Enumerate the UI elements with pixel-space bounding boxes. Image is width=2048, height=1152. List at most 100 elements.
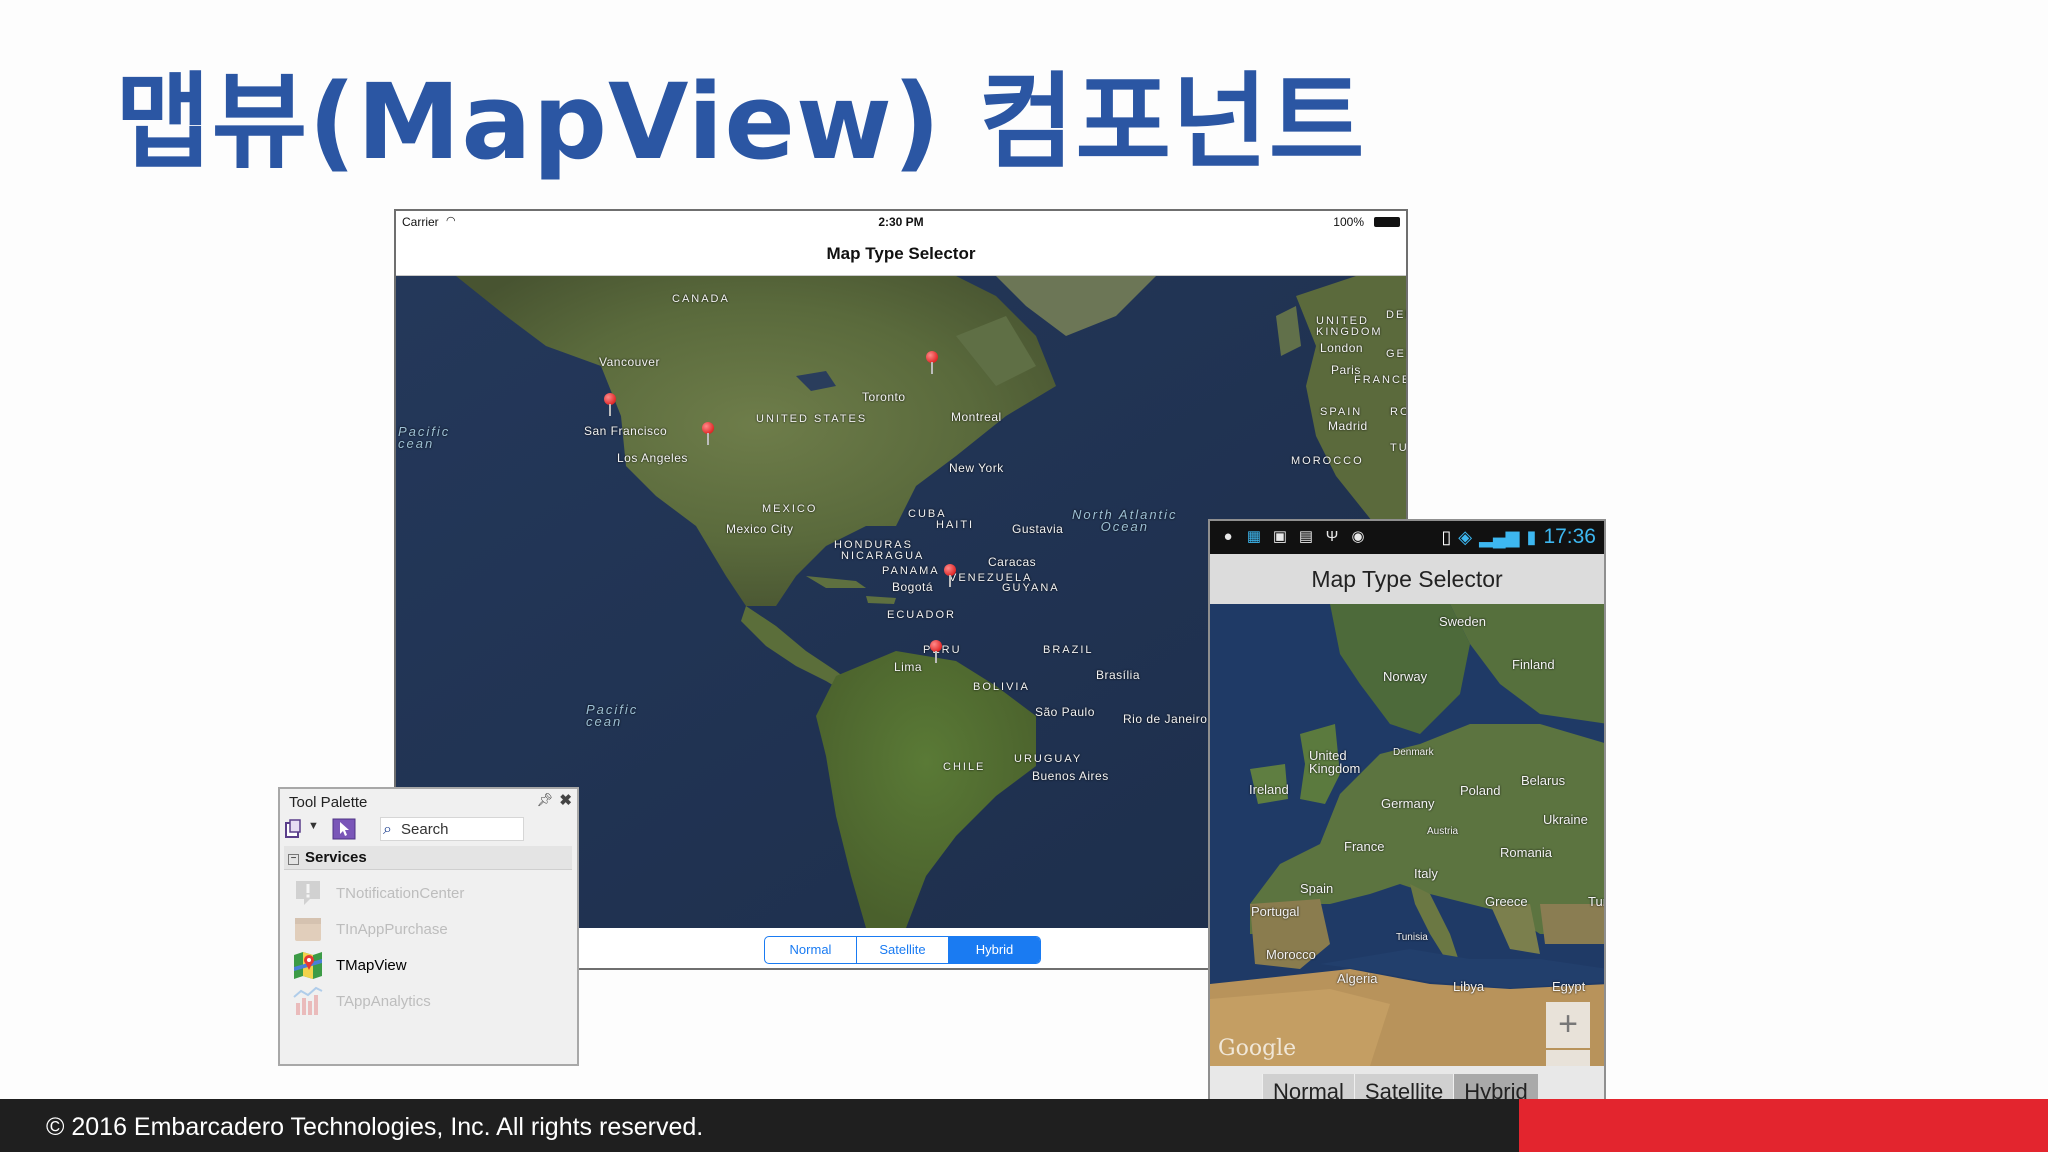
map-label-new-york: New York [949, 461, 1004, 475]
map-label-poland: Poland [1460, 783, 1501, 798]
map-label-egypt: Egypt [1552, 979, 1586, 994]
status-time: 2:30 PM [878, 215, 924, 229]
map-label-guyana: GUYANA [1002, 582, 1060, 594]
map-label-brazil: BRAZIL [1043, 644, 1094, 656]
map-label-london: London [1320, 341, 1364, 355]
zoom-controls: + − [1546, 1002, 1590, 1066]
android-debug-icon: ◉ [1351, 528, 1365, 545]
palette-item-inapppurchase[interactable]: TInAppPurchase [288, 909, 568, 949]
map-label-peru: PERU [923, 644, 962, 656]
map-label-finland: Finland [1512, 657, 1555, 672]
palette-item-appanalytics[interactable]: TAppAnalytics [288, 981, 568, 1021]
map-label-ukraine: Ukraine [1543, 812, 1588, 827]
palette-item-label: TAppAnalytics [336, 993, 431, 1010]
usb-icon: Ψ [1325, 528, 1339, 545]
segment-hybrid[interactable]: Hybrid [948, 937, 1040, 963]
map-pin-venezuela[interactable] [944, 564, 956, 587]
map-label-bolivia: BOLIVIA [973, 681, 1030, 693]
copyright-text: © 2016 Embarcadero Technologies, Inc. Al… [46, 1113, 704, 1141]
android-clock: 17:36 [1543, 525, 1596, 548]
map-label-italy: Italy [1414, 866, 1438, 881]
map-label-morocco: MOROCCO [1291, 455, 1364, 467]
palette-item-notificationcenter[interactable]: TNotificationCenter [288, 873, 568, 913]
map-label-spain: Spain [1300, 881, 1334, 896]
map-label-greece: Greece [1485, 894, 1528, 909]
map-label-tu: TU [1390, 442, 1406, 454]
map-label-los-angeles: Los Angeles [617, 451, 688, 465]
map-label-ger: GER [1386, 348, 1406, 360]
map-label-ireland: Ireland [1249, 782, 1289, 797]
slide-title: 맵뷰(MapView) 컴포넌트 [115, 61, 1366, 183]
map-label-panama: PANAMA [882, 565, 940, 577]
map-label-france: FRANCE [1354, 374, 1406, 386]
segment-normal[interactable]: Normal [765, 937, 856, 963]
map-label-pacific-top: Pacific cean [398, 424, 451, 451]
palette-item-label: TNotificationCenter [336, 885, 465, 902]
map-label-united-states: UNITED STATES [756, 413, 868, 425]
map-label-germany: Germany [1381, 796, 1435, 811]
notification-icon [296, 881, 320, 905]
category-services[interactable]: − Services [284, 846, 572, 870]
map-label-algeria: Algeria [1337, 971, 1378, 986]
map-pin-west-coast[interactable] [604, 393, 616, 416]
map-label-sweden: Sweden [1439, 614, 1486, 629]
android-title-bar: Map Type Selector [1210, 554, 1604, 604]
palette-search-input[interactable]: ⌕ Search [380, 817, 524, 841]
zoom-in-button[interactable]: + [1546, 1002, 1590, 1048]
map-label-madrid: Madrid [1328, 419, 1368, 433]
rotation-icon: ▯ [1441, 526, 1452, 547]
ios-nav-title: Map Type Selector [396, 233, 1406, 276]
segment-satellite[interactable]: Satellite [856, 937, 948, 963]
map-pin-peru[interactable] [930, 640, 942, 663]
map-label-toronto: Toronto [862, 390, 906, 404]
map-label-nicaragua: NICARAGUA [841, 550, 925, 562]
map-label-chile: CHILE [943, 761, 986, 773]
pin-icon[interactable]: 📌︎ [536, 792, 553, 808]
sd-card-icon: ▦ [1246, 528, 1262, 545]
map-label-lima: Lima [894, 660, 923, 674]
map-label-mexico: MEXICO [762, 503, 818, 515]
palette-item-mapview[interactable]: TMapView [288, 945, 568, 985]
map-label-gustavia: Gustavia [1012, 522, 1064, 536]
map-label-caracas: Caracas [988, 555, 1037, 569]
map-label-ro: RO [1390, 406, 1406, 418]
map-label-ecuador: ECUADOR [887, 609, 957, 621]
search-icon: ⌕ [383, 821, 392, 838]
battery-icon [1374, 217, 1400, 227]
ios-status-bar: Carrier ◠ 2:30 PM 100% [396, 211, 1406, 233]
map-label-austria: Austria [1427, 826, 1459, 837]
purchase-icon [295, 918, 321, 941]
categories-icon[interactable] [284, 819, 304, 839]
tool-palette-toolbar: ▼ ⌕ Search [284, 817, 574, 843]
ios-map-type-segmented-control[interactable]: Normal Satellite Hybrid [764, 936, 1041, 964]
gallery-icon: ▤ [1298, 528, 1314, 545]
signal-icon: ▂▄▆ [1479, 526, 1520, 547]
map-label-tunisia: Tunisia [1396, 932, 1428, 943]
map-label-norway: Norway [1383, 669, 1428, 684]
map-label-bogota: Bogotá [892, 580, 934, 594]
map-label-north-atlantic: North Atlantic Ocean [1072, 507, 1178, 534]
category-label: Services [305, 849, 367, 866]
battery-icon: ▮ [1526, 526, 1537, 547]
search-placeholder: Search [401, 821, 449, 838]
map-pin-central-us[interactable] [702, 422, 714, 445]
android-app-window: ● ▦ ▣ ▤ Ψ ◉ ▯ ◈ ▂▄▆ ▮ 17:36 Map Type Sel… [1208, 519, 1606, 1114]
zoom-out-button[interactable]: − [1546, 1050, 1590, 1066]
map-label-united-kingdom: UNITED KINGDOM [1316, 315, 1383, 338]
palette-item-label: TMapView [336, 957, 407, 974]
map-label-montreal: Montreal [951, 410, 1002, 424]
map-label-canada: CANADA [672, 293, 730, 305]
google-logo: Google [1218, 1036, 1297, 1061]
map-label-libya: Libya [1453, 979, 1485, 994]
map-label-uruguay: URUGUAY [1014, 753, 1083, 765]
collapse-icon[interactable]: − [288, 854, 299, 865]
close-icon[interactable]: ✖ [559, 791, 572, 809]
map-label-spain: SPAIN [1320, 406, 1363, 418]
dropdown-arrow-icon[interactable]: ▼ [308, 820, 319, 832]
android-status-bar: ● ▦ ▣ ▤ Ψ ◉ ▯ ◈ ▂▄▆ ▮ 17:36 [1210, 521, 1604, 554]
map-icon [294, 952, 322, 979]
pointer-tool-icon[interactable] [332, 818, 356, 840]
android-map-view[interactable]: Sweden Finland Norway United Kingdom Den… [1210, 604, 1604, 1066]
map-label-france: France [1344, 839, 1385, 854]
map-pin-quebec[interactable] [926, 351, 938, 374]
